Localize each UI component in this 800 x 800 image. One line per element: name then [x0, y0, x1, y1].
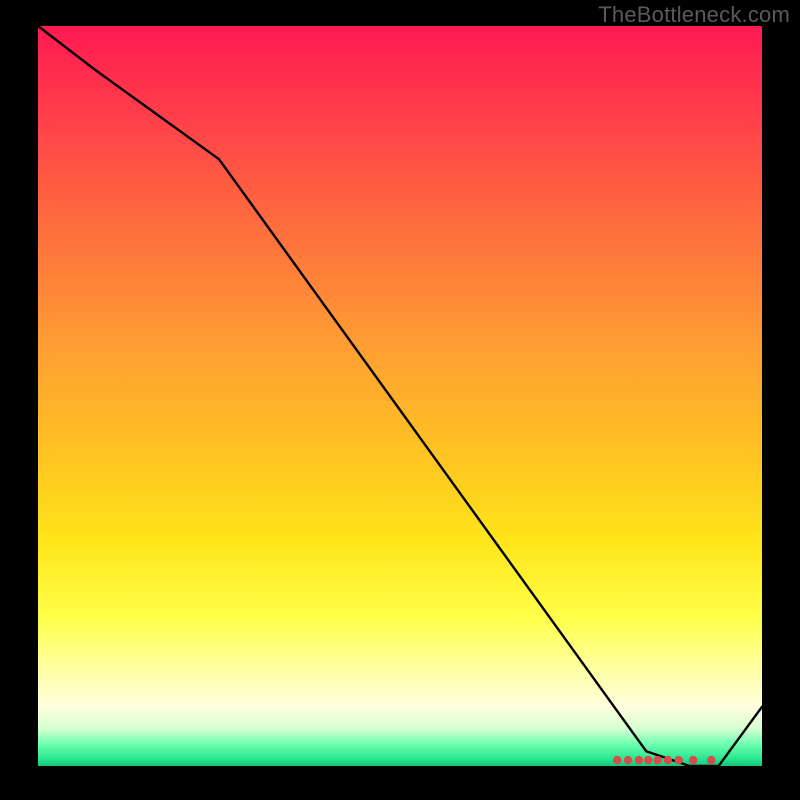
marker-dot — [675, 756, 683, 764]
marker-dot — [664, 756, 672, 764]
watermark-text: TheBottleneck.com — [598, 2, 790, 28]
marker-dot — [654, 756, 662, 764]
chart-svg — [38, 26, 762, 766]
marker-dot — [689, 756, 697, 764]
marker-dot — [644, 756, 652, 764]
chart-frame: TheBottleneck.com — [0, 0, 800, 800]
marker-dot — [624, 756, 632, 764]
marker-dot — [635, 756, 643, 764]
marker-dot — [707, 756, 715, 764]
curve-line — [38, 26, 762, 766]
marker-dot — [613, 756, 621, 764]
